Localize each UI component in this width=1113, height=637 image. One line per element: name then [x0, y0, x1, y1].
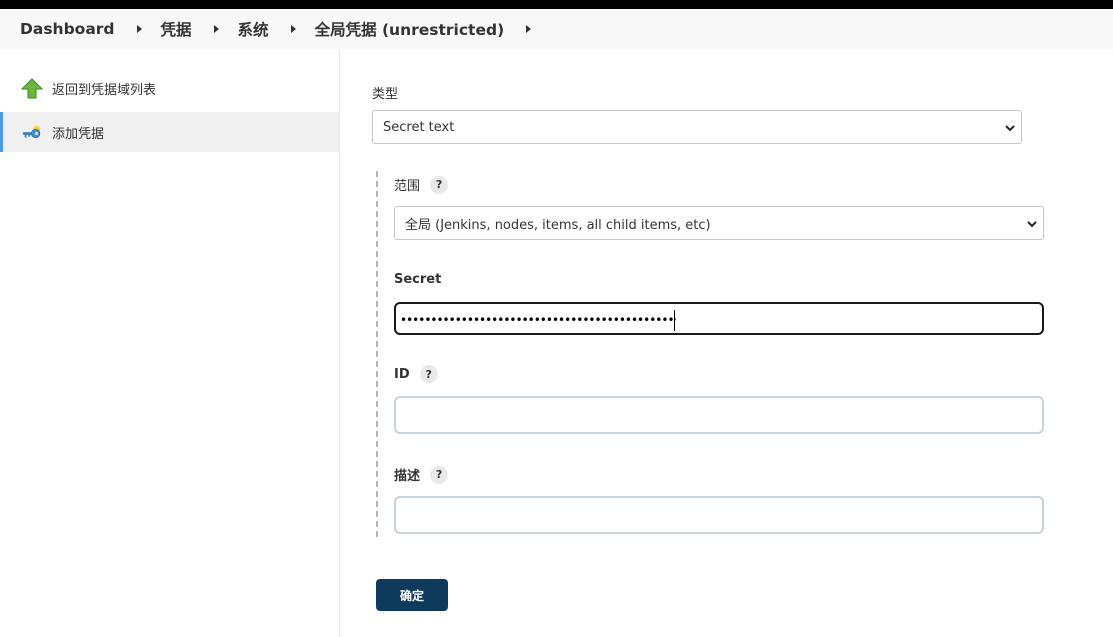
secret-input-value: ••••••••••••••••••••••••••••••••••••••••…: [400, 313, 676, 327]
breadcrumb: Dashboard 凭据 系统 全局凭据 (unrestricted): [0, 9, 1113, 49]
help-icon[interactable]: ?: [430, 175, 449, 194]
sidebar-item-back-to-domains[interactable]: 返回到凭据域列表: [0, 68, 339, 108]
id-label-row: ID ?: [394, 365, 438, 383]
top-header-bar: [0, 0, 1113, 9]
chevron-down-icon: [1005, 125, 1015, 132]
kind-select[interactable]: Secret text: [372, 110, 1022, 144]
scope-label: 范围: [394, 179, 421, 194]
kind-select-value: Secret text: [383, 119, 455, 135]
breadcrumb-chevron-icon[interactable]: [136, 25, 142, 33]
description-label-row: 描述 ?: [394, 465, 449, 484]
secret-label: Secret: [394, 272, 442, 287]
sidebar-item-label: 添加凭据: [52, 126, 105, 142]
form-section-divider: [376, 171, 378, 537]
key-icon: [22, 125, 41, 139]
breadcrumb-global-credentials[interactable]: 全局凭据 (unrestricted): [315, 18, 505, 40]
id-label: ID: [394, 366, 410, 382]
help-icon[interactable]: ?: [430, 465, 449, 484]
breadcrumb-chevron-icon[interactable]: [526, 25, 532, 33]
submit-button[interactable]: 确定: [376, 579, 448, 611]
text-caret: [674, 310, 675, 331]
up-arrow-icon: [21, 78, 43, 99]
breadcrumb-chevron-icon[interactable]: [213, 25, 219, 33]
kind-label: 类型: [372, 87, 399, 102]
breadcrumb-chevron-icon[interactable]: [290, 25, 296, 33]
breadcrumb-system[interactable]: 系统: [238, 18, 269, 40]
chevron-down-icon: [1027, 221, 1037, 228]
help-icon[interactable]: ?: [419, 365, 438, 383]
secret-input[interactable]: ••••••••••••••••••••••••••••••••••••••••…: [394, 302, 1044, 335]
sidebar: 返回到凭据域列表 添加凭据: [0, 49, 340, 637]
scope-label-row: 范围 ?: [394, 175, 449, 194]
description-label: 描述: [394, 469, 421, 484]
sidebar-item-label: 返回到凭据域列表: [52, 82, 157, 98]
id-input[interactable]: [394, 396, 1044, 434]
breadcrumb-dashboard[interactable]: Dashboard: [20, 20, 115, 38]
breadcrumb-credentials[interactable]: 凭据: [161, 18, 192, 40]
scope-select[interactable]: 全局 (Jenkins, nodes, items, all child ite…: [394, 206, 1044, 240]
sidebar-item-add-credentials[interactable]: 添加凭据: [0, 112, 339, 152]
description-input[interactable]: [394, 496, 1044, 534]
scope-select-value: 全局 (Jenkins, nodes, items, all child ite…: [405, 217, 711, 233]
